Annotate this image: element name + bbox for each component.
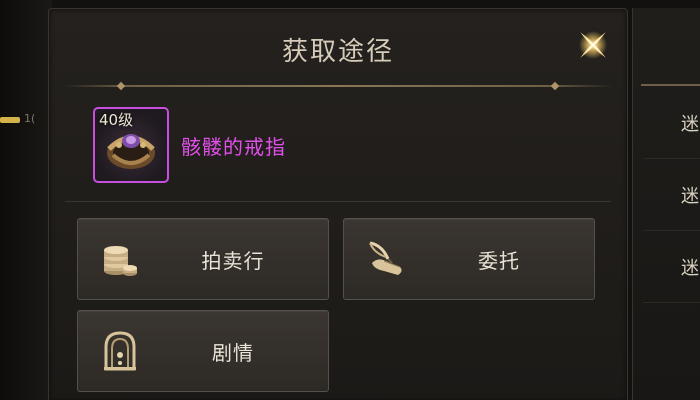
acquisition-dialog: 获取途径 40级 骸髅的戒指 拍卖行 委托 剧情 xyxy=(48,8,628,400)
right-list-item[interactable]: 迷 xyxy=(643,232,700,303)
item-level-label: 40级 xyxy=(99,111,134,129)
scroll-quill-icon xyxy=(369,241,402,275)
background-panel-right: 迷 迷 迷 xyxy=(632,8,700,400)
story-label: 剧情 xyxy=(212,341,254,365)
title-divider xyxy=(63,85,613,87)
item-name: 骸髅的戒指 xyxy=(181,135,286,159)
commission-button[interactable]: 委托 xyxy=(343,218,595,300)
close-star-icon xyxy=(579,31,607,59)
right-list-item-label: 迷 xyxy=(681,186,699,207)
gold-progress-bar xyxy=(0,117,20,123)
left-fragment-text: 1( xyxy=(24,112,36,125)
right-panel-divider xyxy=(641,84,700,86)
section-divider xyxy=(65,201,611,202)
right-list-item-label: 迷 xyxy=(681,114,699,135)
commission-label: 委托 xyxy=(478,249,520,273)
auction-house-button[interactable]: 拍卖行 xyxy=(77,218,329,300)
story-button[interactable]: 剧情 xyxy=(77,310,329,392)
dialog-title: 获取途径 xyxy=(281,37,394,67)
right-list-item[interactable]: 迷 xyxy=(643,88,700,159)
background-panel-left: 1( xyxy=(0,0,52,400)
coin-stack-icon xyxy=(104,246,137,276)
game-screen: 1( 获取途径 40级 骸髅的戒指 拍卖行 委托 剧情 迷 迷 迷 xyxy=(0,0,700,400)
item-slot[interactable]: 40级 xyxy=(93,107,169,183)
arch-gate-icon xyxy=(104,331,136,371)
close-button[interactable] xyxy=(573,25,613,65)
auction-house-label: 拍卖行 xyxy=(201,249,265,273)
right-list-item[interactable]: 迷 xyxy=(643,160,700,231)
right-list-item-label: 迷 xyxy=(681,258,699,279)
